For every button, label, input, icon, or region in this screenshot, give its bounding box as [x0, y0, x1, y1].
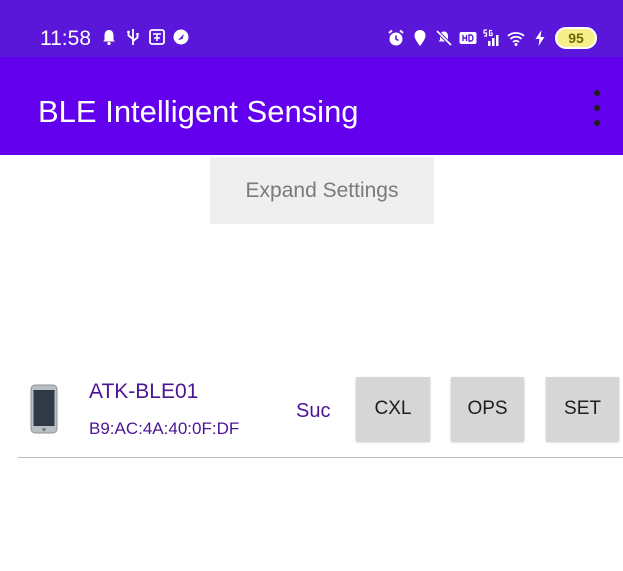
- hd-icon: [459, 32, 477, 44]
- mute-icon: [435, 29, 453, 47]
- status-time: 11:58: [40, 27, 91, 50]
- alarm-icon: [388, 29, 404, 46]
- notification-bell-icon: [103, 30, 115, 46]
- list-divider: [18, 457, 623, 458]
- status-left-icons: [100, 28, 190, 46]
- charging-icon: [535, 30, 545, 46]
- app-title: BLE Intelligent Sensing: [38, 94, 359, 129]
- expand-settings-button[interactable]: Expand Settings: [210, 157, 434, 224]
- device-name: ATK-BLE01: [89, 380, 199, 403]
- cxl-button[interactable]: CXL: [356, 377, 430, 441]
- location-icon: [414, 30, 426, 46]
- ops-button[interactable]: OPS: [451, 377, 524, 441]
- translate-icon: [149, 29, 165, 45]
- signal-5g-icon: [483, 29, 499, 46]
- set-button[interactable]: SET: [546, 377, 619, 441]
- usb-icon: [127, 29, 139, 45]
- wifi-icon: [507, 32, 525, 46]
- status-bar: 11:58 95: [0, 0, 623, 57]
- device-mac-address: B9:AC:4A:40:0F:DF: [89, 419, 240, 438]
- connection-status: Suc: [296, 400, 331, 422]
- overflow-menu-icon[interactable]: [584, 90, 610, 126]
- navigation-icon: [173, 29, 189, 45]
- phone-device-icon: [30, 384, 58, 434]
- status-right-icons: 95: [387, 27, 597, 49]
- battery-level: 95: [555, 27, 597, 49]
- app-bar: BLE Intelligent Sensing: [0, 57, 623, 155]
